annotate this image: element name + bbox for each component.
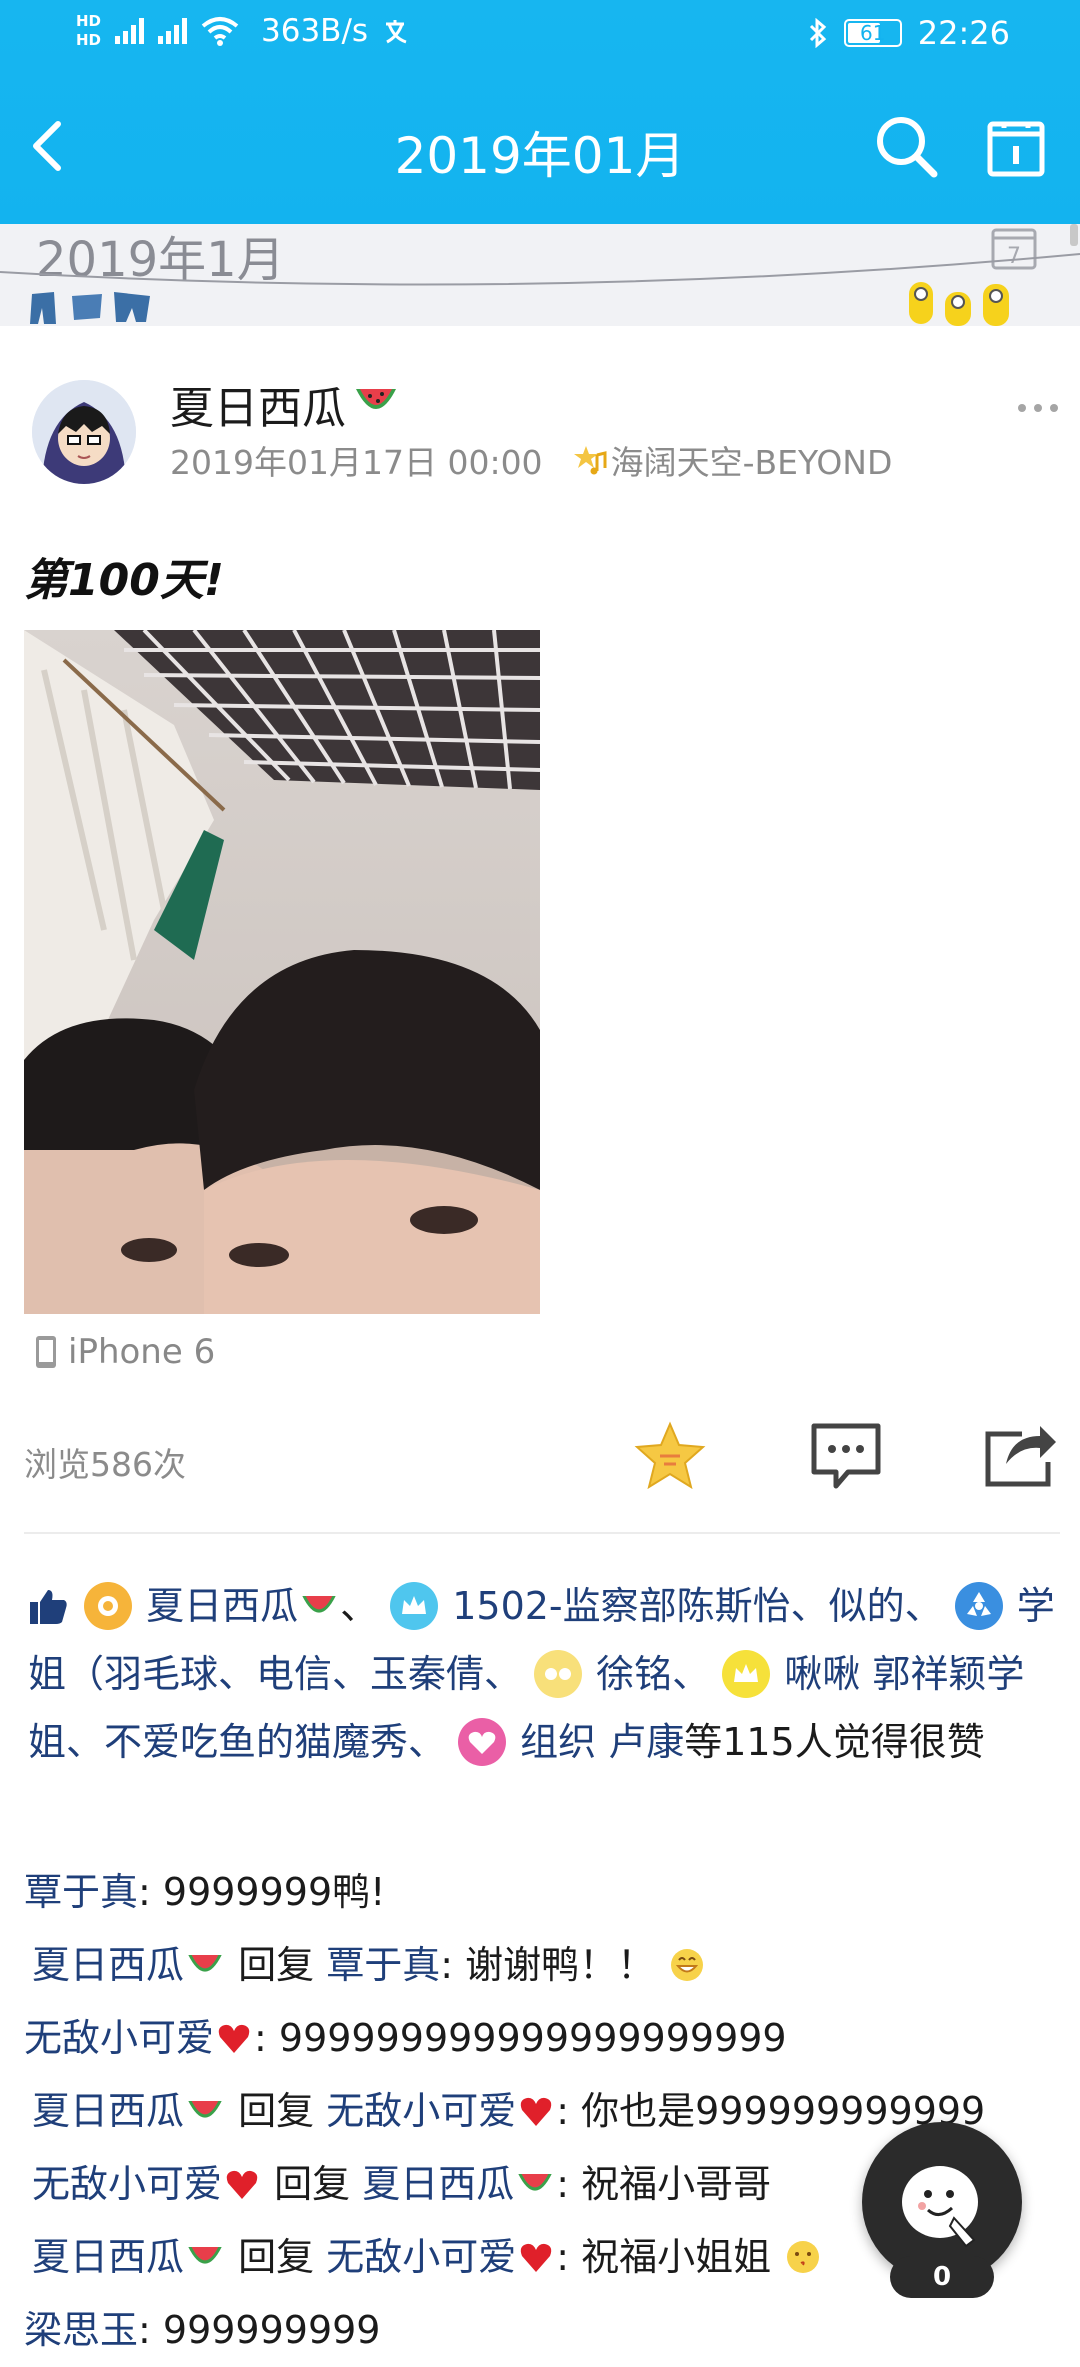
divider (24, 1532, 1060, 1534)
device-name: iPhone 6 (68, 1332, 216, 1372)
thumbs-up-icon (30, 1589, 67, 1624)
view-count: 浏览586次 (24, 1445, 186, 1484)
comment-text: : 祝福小哥哥 (556, 2162, 772, 2206)
top-bar: HD HD 363B/s 61 22:26 2019年01月 (0, 0, 1080, 224)
music-title[interactable]: 海阔天空-BEYOND (611, 436, 893, 484)
heart-icon (521, 2097, 552, 2126)
badge-glasses-icon (534, 1649, 583, 1698)
comment-text: : 9999999鸭! (138, 1870, 386, 1914)
liker-1[interactable]: 夏日西瓜 (146, 1584, 298, 1628)
reply-target[interactable]: 夏日西瓜 (362, 2162, 514, 2206)
watermelon-icon (356, 389, 396, 409)
comment-row[interactable]: 无敌小可爱 : 999999999999999999999 (24, 2002, 1064, 2075)
comment-text: : 999999999999999999999 (254, 2016, 787, 2060)
bluetooth-icon (809, 18, 826, 48)
comment-icon[interactable] (808, 1420, 884, 1492)
share-icon[interactable] (982, 1420, 1058, 1488)
commenter-name[interactable]: 夏日西瓜 (32, 2235, 184, 2279)
badge-heart-icon (458, 1717, 507, 1766)
music-star-icon (573, 446, 607, 475)
likes-list: 夏日西瓜、 1502-监察部陈斯怡、似的、 学姐（羽毛球、电信、玉秦倩、 徐铭、… (28, 1572, 1058, 1776)
watermelon-icon (188, 2246, 222, 2264)
reply-word: 回复 (274, 2162, 351, 2206)
commenter-name[interactable]: 梁思玉 (24, 2308, 138, 2352)
comment-text: : 谢谢鸭！！ (440, 1943, 656, 1987)
reply-word: 回复 (238, 2235, 315, 2279)
likes-suffix: 等115人觉得很赞 (684, 1720, 985, 1764)
hd-indicator: HD HD (76, 12, 101, 50)
battery-icon: 61 (843, 19, 902, 47)
clock: 22:26 (917, 14, 1010, 52)
more-options-icon[interactable] (1016, 400, 1060, 416)
search-icon[interactable] (872, 112, 940, 180)
hd2-label: HD (76, 31, 102, 49)
commenter-name[interactable]: 无敌小可爱 (24, 2016, 214, 2060)
badge-radiation-icon (954, 1581, 1003, 1630)
watermelon-icon (188, 2100, 222, 2118)
wifi-icon (201, 17, 239, 46)
network-speed: 363B/s (261, 13, 369, 49)
commenter-name[interactable]: 无敌小可爱 (32, 2162, 222, 2206)
comment-row[interactable]: 覃于真: 9999999鸭! (24, 1856, 1064, 1929)
comment-row[interactable]: 梁思玉: 999999999 (24, 2294, 1064, 2367)
status-bar: HD HD 363B/s 61 22:26 (0, 0, 1080, 72)
liker-5[interactable]: 啾啾 (784, 1652, 860, 1696)
hanging-clothes-icon (30, 292, 150, 324)
heart-icon (226, 2170, 258, 2199)
watermelon-icon (188, 1954, 222, 1972)
signal-icon-2 (158, 18, 188, 44)
nav-bar: 2019年01月 (0, 72, 1080, 224)
watermelon-icon (302, 1595, 336, 1613)
phone-icon (36, 1336, 56, 1368)
comment-text: : 祝福小姐姐 (556, 2235, 772, 2279)
reply-target[interactable]: 无敌小可爱 (326, 2089, 516, 2133)
device-info: iPhone 6 (34, 1332, 215, 1372)
author-name[interactable]: 夏日西瓜 (170, 372, 400, 436)
post-photo[interactable] (24, 630, 540, 1314)
translate-icon (386, 20, 407, 44)
post-text: 第100天! (24, 555, 224, 606)
comment-text: : 999999999 (138, 2308, 381, 2352)
commenter-name[interactable]: 覃于真 (24, 1870, 138, 1914)
scrollbar[interactable] (1070, 224, 1078, 246)
badge-flower-icon (84, 1581, 133, 1630)
post-meta: 2019年01月17日 00:00 海阔天空-BEYOND (170, 436, 892, 484)
minions-icon (909, 282, 1009, 326)
separator: 、 (340, 1584, 379, 1628)
like-star-icon[interactable] (630, 1420, 710, 1492)
watermelon-icon (518, 2173, 552, 2191)
battery-level: 61 (860, 21, 886, 45)
heart-icon (218, 2024, 250, 2053)
signal-icon (115, 18, 145, 44)
liker-2[interactable]: 1502-监察部陈斯怡、似的、 (452, 1584, 942, 1628)
reply-word: 回复 (238, 1943, 315, 1987)
author-name-text[interactable]: 夏日西瓜 (170, 372, 346, 436)
heart-icon (521, 2243, 552, 2272)
badge-crown-icon (390, 1581, 439, 1630)
commenter-name[interactable]: 夏日西瓜 (32, 2089, 184, 2133)
kiss-emoji-icon (787, 2240, 820, 2273)
month-banner: 2019年1月 7 (0, 224, 1080, 326)
calendar-icon[interactable] (986, 118, 1046, 178)
music-tag[interactable]: 海阔天空-BEYOND (573, 436, 893, 484)
hd1-label: HD (76, 12, 102, 30)
reply-word: 回复 (238, 2089, 315, 2133)
post-date: 2019年01月17日 00:00 (170, 443, 543, 482)
reply-target[interactable]: 无敌小可爱 (326, 2235, 516, 2279)
reply-target[interactable]: 覃于真 (326, 1943, 440, 1987)
commenter-name[interactable]: 夏日西瓜 (32, 1943, 184, 1987)
grin-emoji-icon (671, 1948, 704, 1981)
float-count-badge[interactable]: 0 (890, 2256, 994, 2298)
badge-crown-yellow-icon (722, 1649, 771, 1698)
avatar[interactable] (32, 380, 136, 484)
liker-4[interactable]: 徐铭、 (596, 1652, 710, 1696)
comment-row[interactable]: 夏日西瓜 回复 覃于真: 谢谢鸭！！ (24, 1929, 1064, 2002)
liker-7[interactable]: 组织 卢康 (520, 1720, 684, 1764)
